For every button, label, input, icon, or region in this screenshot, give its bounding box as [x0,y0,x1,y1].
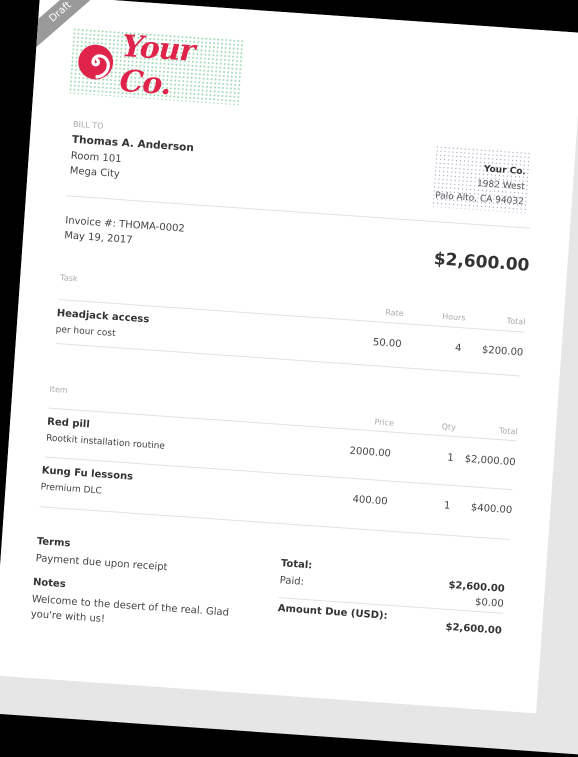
divider [39,506,510,541]
item-desc: Premium DLC [40,482,103,497]
rate-header: Rate [385,307,404,319]
spiral-icon [78,44,114,80]
company-logo: Your Co. [68,27,245,106]
terms-label: Terms [36,536,71,550]
item-name: Red pill [46,416,91,431]
table-row: Red pill Rootkit installation routine 20… [40,0,578,469]
task-name: Headjack access [56,307,150,326]
invoice-page: Draft Your Co. BILL TO Thomas A. Anderso… [0,0,578,714]
item-qty: 1 [446,452,455,464]
item-qty: 1 [443,500,451,512]
company-address: Your Co. 1982 West Palo Alto, CA 94032 [431,144,532,214]
summary-paid-label: Paid: [279,575,305,588]
item-price: 400.00 [352,494,388,508]
total-header: Total [506,316,526,327]
notes-label: Notes [32,576,67,591]
amount-due-label: Amount Due (USD): [277,603,388,622]
price-header: Price [374,417,395,428]
task-total: $200.00 [481,344,524,359]
item-desc: Rootkit installation routine [45,433,166,452]
hours-header: Hours [441,311,466,323]
notes-text: Welcome to the desert of the real. Glad … [30,593,230,626]
task-rate: 50.00 [372,337,402,351]
task-section-label: Task [60,273,78,284]
client-address-2: Mega City [69,165,121,180]
task-hours: 4 [454,342,462,355]
bill-to-label: BILL TO [72,119,104,131]
divider [55,342,521,377]
item-total: $400.00 [470,502,513,517]
table-row: Headjack access per hour cost 50.00 4 $2… [40,0,578,359]
item-section-label: Item [49,384,69,395]
item-name: Kung Fu lessons [41,465,134,483]
terms-text: Payment due upon receipt [35,553,168,574]
item-price: 2000.00 [349,445,392,460]
invoice-total: $2,600.00 [433,249,530,276]
qty-header: Qty [441,422,457,433]
summary-total-label: Total: [280,558,313,572]
item-total-header: Total [498,426,519,437]
item-total: $2,000.00 [464,453,516,469]
logo-text: Your Co. [118,28,196,103]
amount-due: $2,600.00 [445,621,503,637]
table-row: Kung Fu lessons Premium DLC 400.00 1 $40… [40,0,578,516]
task-desc: per hour cost [55,324,116,340]
summary-paid: $0.00 [474,596,505,610]
summary-total: $2,600.00 [448,579,506,595]
